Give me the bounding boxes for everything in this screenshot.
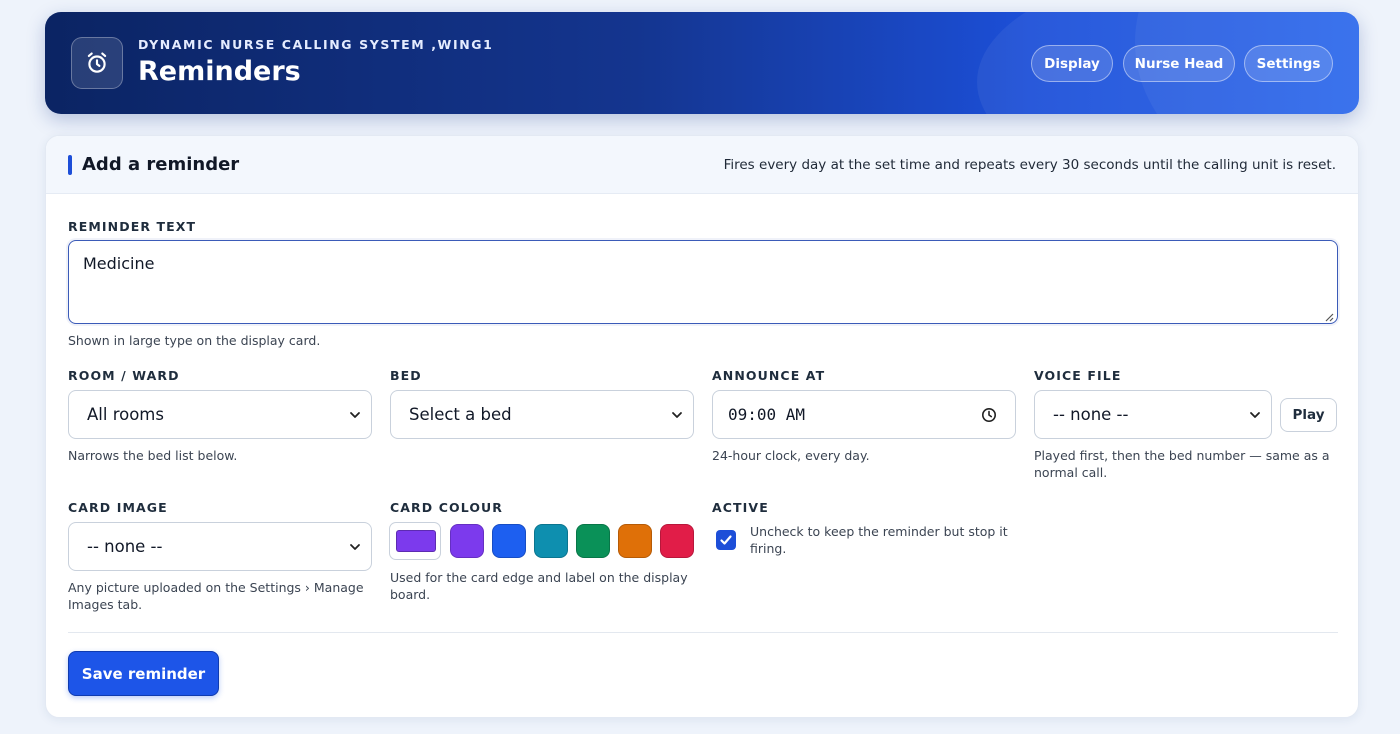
resize-grip-icon[interactable] [1324, 312, 1334, 322]
card-title: Add a reminder [82, 154, 240, 175]
colour-swatch-orange[interactable] [618, 524, 652, 558]
colour-swatch-purple-selected[interactable] [396, 530, 436, 552]
accent-bar [68, 155, 72, 175]
bed-select-value: Select a bed [409, 405, 512, 424]
alarm-clock-icon [71, 37, 123, 89]
voice-label: VOICE FILE [1034, 368, 1122, 383]
voice-help: Played first, then the bed number — same… [1034, 448, 1330, 480]
card-image-help: Any picture uploaded on the Settings › M… [68, 580, 364, 612]
announce-time-input[interactable]: 09:00 AM [712, 390, 1016, 439]
chevron-down-icon [1250, 412, 1260, 418]
colour-swatch-selected-frame[interactable] [389, 522, 441, 560]
chevron-down-icon [350, 544, 360, 550]
room-select-value: All rooms [87, 405, 164, 424]
voice-file-select[interactable]: -- none -- [1034, 390, 1272, 439]
card-header: Add a reminder Fires every day at the se… [46, 136, 1358, 194]
announce-time-value: 09:00 AM [728, 405, 806, 424]
announce-help: 24-hour clock, every day. [712, 448, 870, 463]
active-checkbox[interactable] [716, 530, 736, 550]
checkmark-icon [720, 535, 732, 545]
announce-label: ANNOUNCE AT [712, 368, 826, 383]
colour-swatch-red[interactable] [660, 524, 694, 558]
colour-swatch-green[interactable] [576, 524, 610, 558]
card-image-label: CARD IMAGE [68, 500, 168, 515]
page-header: DYNAMIC NURSE CALLING SYSTEM ,WING1 Remi… [45, 12, 1359, 114]
bed-select[interactable]: Select a bed [390, 390, 694, 439]
room-select[interactable]: All rooms [68, 390, 372, 439]
card-image-value: -- none -- [87, 537, 163, 556]
form-divider [68, 632, 1338, 633]
app-subtitle: DYNAMIC NURSE CALLING SYSTEM ,WING1 [138, 37, 494, 52]
card-colour-label: CARD COLOUR [390, 500, 504, 515]
reminder-text-input[interactable] [68, 240, 1338, 324]
chevron-down-icon [672, 412, 682, 418]
colour-swatch-blue[interactable] [492, 524, 526, 558]
nav-nurse-head-button[interactable]: Nurse Head [1123, 45, 1235, 82]
room-label: ROOM / WARD [68, 368, 180, 383]
save-reminder-button[interactable]: Save reminder [68, 651, 219, 696]
reminder-text-help: Shown in large type on the display card. [68, 333, 321, 348]
nav-settings-button[interactable]: Settings [1244, 45, 1333, 82]
page-title: Reminders [138, 56, 301, 87]
bed-label: BED [390, 368, 422, 383]
room-help: Narrows the bed list below. [68, 448, 238, 463]
colour-swatch-teal[interactable] [534, 524, 568, 558]
card-image-select[interactable]: -- none -- [68, 522, 372, 571]
card-colour-help: Used for the card edge and label on the … [390, 570, 688, 602]
card-note: Fires every day at the set time and repe… [723, 157, 1336, 173]
reminder-text-label: REMINDER TEXT [68, 219, 197, 234]
nav-display-button[interactable]: Display [1031, 45, 1113, 82]
voice-file-value: -- none -- [1053, 405, 1129, 424]
colour-swatch-violet[interactable] [450, 524, 484, 558]
active-help: Uncheck to keep the reminder but stop it… [750, 524, 1008, 556]
add-reminder-card: Add a reminder Fires every day at the se… [45, 135, 1359, 718]
active-label: ACTIVE [712, 500, 769, 515]
play-voice-button[interactable]: Play [1280, 398, 1337, 432]
clock-icon[interactable] [981, 407, 997, 423]
chevron-down-icon [350, 412, 360, 418]
